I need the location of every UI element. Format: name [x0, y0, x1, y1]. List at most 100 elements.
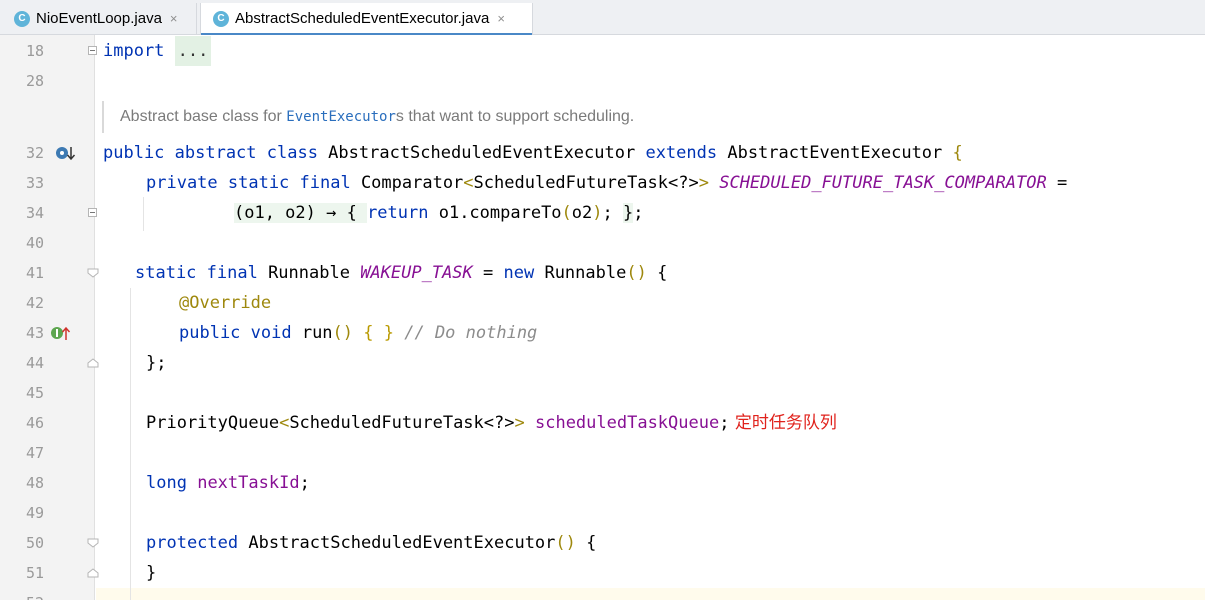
code-text: protected AbstractScheduledEventExecutor… [146, 528, 596, 558]
code-line[interactable]: 32 public abstract class AbstractSchedul… [0, 138, 1205, 168]
folded-imports[interactable]: ... [174, 36, 212, 66]
keyword-token: static final [135, 263, 258, 283]
fold-end-icon[interactable] [87, 568, 99, 578]
field-token: nextTaskId [197, 473, 300, 493]
code-line[interactable]: 40 [0, 228, 1205, 258]
java-class-icon: C [213, 10, 229, 27]
angle-bracket-token: < [463, 173, 474, 193]
class-name-token: AbstractEventExecutor [717, 143, 953, 163]
lambda-token: (o1, o2) → { [234, 203, 368, 223]
code-token: ; [719, 413, 730, 433]
annotation-token: @Override [179, 293, 272, 313]
code-line[interactable]: 42 @Override [0, 288, 1205, 318]
code-line[interactable]: 28 [0, 66, 1205, 96]
code-line[interactable]: 50 protected AbstractScheduledEventExecu… [0, 528, 1205, 558]
line-number: 48 [25, 474, 44, 492]
fold-collapse-icon[interactable] [88, 46, 97, 55]
code-token: }; [146, 353, 167, 373]
tab-label: AbstractScheduledEventExecutor.java [235, 10, 490, 27]
comment-token: // Do nothing [394, 323, 538, 343]
code-line[interactable]: 51 } [0, 558, 1205, 588]
close-icon[interactable]: × [170, 11, 178, 26]
line-number: 46 [25, 414, 44, 432]
implements-method-icon[interactable] [50, 325, 74, 347]
code-line[interactable]: 47 [0, 438, 1205, 468]
tab-abstractscheduledeventexecutor[interactable]: C AbstractScheduledEventExecutor.java × [200, 3, 533, 36]
overridden-method-icon[interactable] [55, 145, 79, 167]
code-text: PriorityQueue<ScheduledFutureTask<?>> sc… [146, 408, 837, 438]
type-token: ScheduledFutureTask<?> [289, 413, 515, 433]
angle-bracket-token: < [279, 413, 290, 433]
class-name-token: AbstractScheduledEventExecutor [317, 143, 646, 163]
code-line[interactable]: 41 static final Runnable WAKEUP_TASK = n… [0, 258, 1205, 288]
paren-token: ( [561, 203, 572, 223]
tab-nioeventloop[interactable]: C NioEventLoop.java × [2, 3, 197, 34]
code-token: = [472, 263, 504, 283]
code-line[interactable]: 34 (o1, o2) → { return o1.compareTo(o2);… [0, 198, 1205, 228]
line-number: 40 [25, 234, 44, 252]
code-text: }; [146, 348, 166, 378]
type-token: ScheduledFutureTask<?> [473, 173, 699, 193]
code-line[interactable]: 45 [0, 378, 1205, 408]
fold-expand-icon[interactable] [88, 208, 97, 217]
code-text: static final Runnable WAKEUP_TASK = new … [135, 258, 667, 288]
keyword-token: extends [645, 143, 718, 163]
code-line[interactable]: 46 PriorityQueue<ScheduledFutureTask<?>>… [0, 408, 1205, 438]
type-token: Runnable [534, 263, 627, 283]
line-number: 41 [25, 264, 44, 282]
code-line[interactable]: 52 [0, 588, 1205, 600]
code-token: { [575, 533, 597, 553]
code-text: } [146, 558, 156, 588]
javadoc-link[interactable]: EventExecutor [286, 109, 396, 125]
keyword-token: return [367, 203, 429, 223]
code-line[interactable]: 33 private static final Comparator<Sched… [0, 168, 1205, 198]
close-icon[interactable]: × [497, 11, 505, 26]
rendered-javadoc[interactable]: Abstract base class for EventExecutors t… [96, 98, 1205, 136]
code-text: public void run() { } // Do nothing [179, 318, 537, 348]
editor-tab-bar: C NioEventLoop.java × C AbstractSchedule… [0, 0, 1205, 36]
code-line[interactable]: 44 }; [0, 348, 1205, 378]
paren-token: () [555, 533, 576, 553]
brace-token: { [952, 143, 963, 163]
javadoc-text-part: Abstract base class for [120, 108, 287, 125]
code-token: } [146, 563, 157, 583]
line-number: 18 [25, 42, 44, 60]
code-line[interactable]: 48 long nextTaskId; [0, 468, 1205, 498]
code-line[interactable]: 49 [0, 498, 1205, 528]
keyword-token: long [146, 473, 187, 493]
line-number: 45 [25, 384, 44, 402]
keyword-token: new [503, 263, 535, 283]
constant-token: WAKEUP_TASK [360, 263, 473, 283]
fold-triangle-icon[interactable] [87, 268, 99, 278]
type-token: Comparator [350, 173, 464, 193]
keyword-token: public void [179, 323, 292, 343]
code-text: private static final Comparator<Schedule… [146, 168, 1067, 198]
code-text: long nextTaskId; [146, 468, 310, 498]
annotation-note: 定时任务队列 [729, 413, 837, 433]
fold-end-icon[interactable] [87, 358, 99, 368]
keyword-token: protected [146, 533, 239, 553]
code-text: public abstract class AbstractScheduledE… [103, 138, 963, 168]
line-number: 33 [25, 174, 44, 192]
field-token: scheduledTaskQueue [534, 413, 720, 433]
code-token: ; [299, 473, 310, 493]
fold-triangle-icon[interactable] [87, 538, 99, 548]
line-number: 50 [25, 534, 44, 552]
keyword-token: import [103, 41, 165, 61]
line-number: 42 [25, 294, 44, 312]
code-token: { [646, 263, 668, 283]
type-token: Runnable [257, 263, 361, 283]
angle-bracket-token: > [514, 413, 525, 433]
line-number: 47 [25, 444, 44, 462]
line-number: 28 [25, 72, 44, 90]
keyword-token: private static final [146, 173, 351, 193]
line-number: 44 [25, 354, 44, 372]
javadoc-bar [102, 101, 104, 133]
code-line[interactable]: 18 import ... [0, 36, 1205, 66]
line-number: 51 [25, 564, 44, 582]
code-line[interactable]: 43 public void run() { } // Do nothing [0, 318, 1205, 348]
line-number: 43 [25, 324, 44, 342]
